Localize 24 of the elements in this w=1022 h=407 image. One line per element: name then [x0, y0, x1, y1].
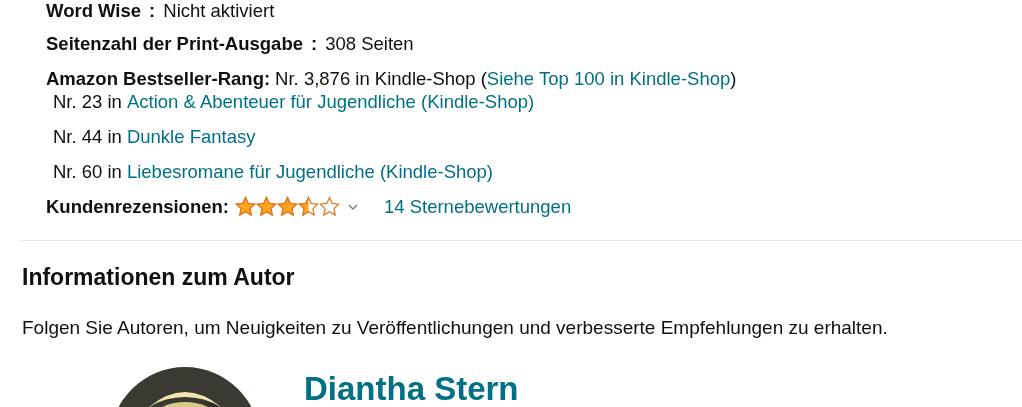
detail-label: Amazon Bestseller-Rang:	[46, 67, 271, 90]
category-link[interactable]: Action & Abenteuer für Jugendliche (Kindle-Shop)	[126, 91, 535, 113]
detail-label: Seitenzahl der Print-Ausgabe	[46, 32, 303, 55]
detail-label: Word Wise	[46, 0, 142, 22]
rank-text: Nr. 60 in	[53, 160, 122, 183]
author-name-link[interactable]: Diantha Stern	[304, 369, 519, 407]
top-100-link[interactable]: Siehe Top 100 in Kindle-Shop	[486, 67, 731, 90]
follow-text: Folgen Sie Autoren, um Neuigkeiten zu Veröffentlichungen und verbesserte Empfehlungen zu erhalten.	[22, 317, 889, 339]
parenthesis: (	[480, 67, 487, 90]
parenthesis: )	[730, 67, 737, 90]
detail-value: Nicht aktiviert	[163, 0, 275, 22]
detail-value: 308 Seiten	[325, 32, 414, 55]
detail-label: Kundenrezensionen:	[46, 195, 229, 218]
detail-separator: :	[311, 32, 318, 55]
section-heading: Informationen zum Autor	[22, 263, 296, 291]
rank-text: Nr. 23 in	[53, 91, 122, 113]
category-link[interactable]: Dunkle Fantasy	[126, 125, 256, 148]
star-rating[interactable]	[234, 196, 340, 217]
rank-text: Nr. 44 in	[53, 125, 122, 148]
ratings-link[interactable]: 14 Sternebewertungen	[383, 195, 572, 218]
category-link[interactable]: Liebesromane für Jugendliche (Kindle-Shop)	[126, 160, 493, 183]
detail-separator: :	[149, 0, 156, 22]
detail-value: Nr. 3,876 in Kindle-Shop	[275, 67, 476, 90]
caret-icon[interactable]	[347, 203, 358, 210]
